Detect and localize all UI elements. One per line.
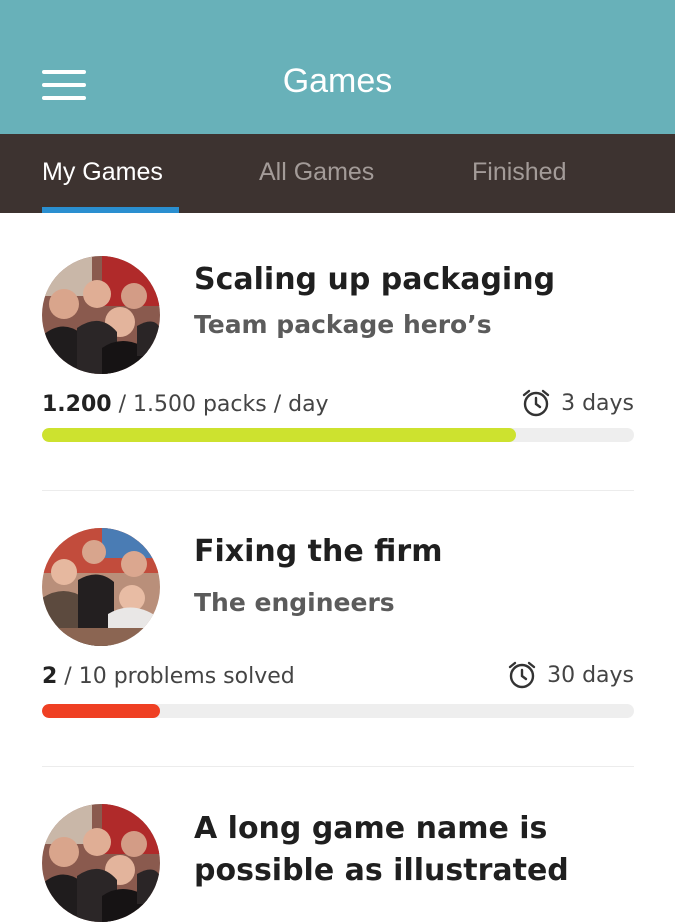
game-title: A long game name is possible as illustra… — [194, 811, 569, 888]
team-name: The engineers — [194, 588, 395, 617]
game-card[interactable]: Scaling up packaging Team package hero’s… — [42, 256, 634, 456]
team-avatar — [42, 528, 160, 646]
divider — [42, 766, 634, 767]
progress-bar — [42, 428, 634, 442]
page-title: Games — [282, 62, 393, 100]
progress-text: 1.200 / 1.500 packs / day — [42, 392, 329, 417]
game-title: Fixing the firm — [194, 534, 443, 569]
divider — [42, 490, 634, 491]
app-bar: Games — [0, 0, 675, 134]
progress-bar-fill — [42, 428, 516, 442]
progress-goal: / 10 problems solved — [57, 664, 295, 689]
progress-goal: / 1.500 packs / day — [111, 392, 329, 417]
tab-my-games[interactable]: My Games — [42, 158, 163, 187]
alarm-clock-icon — [508, 661, 536, 689]
game-card[interactable]: A long game name is possible as illustra… — [42, 804, 634, 922]
deadline-label: 30 days — [547, 662, 634, 688]
active-tab-indicator — [42, 207, 179, 213]
progress-bar — [42, 704, 634, 718]
tab-bar: My Games All Games Finished — [0, 134, 675, 213]
tab-all-games[interactable]: All Games — [259, 158, 374, 187]
alarm-clock-icon — [522, 389, 550, 417]
progress-value: 2 — [42, 664, 58, 689]
progress-value: 1.200 — [42, 392, 112, 417]
deadline-label: 3 days — [561, 390, 634, 416]
tab-finished[interactable]: Finished — [472, 158, 567, 187]
team-avatar — [42, 256, 160, 374]
progress-bar-fill — [42, 704, 161, 718]
team-avatar — [42, 804, 160, 922]
progress-text: 2 / 10 problems solved — [42, 664, 295, 689]
game-card[interactable]: Fixing the firm The engineers 2 / 10 pro… — [42, 528, 634, 728]
game-title: Scaling up packaging — [194, 262, 556, 297]
team-name: Team package hero’s — [194, 310, 492, 339]
deadline: 30 days — [507, 660, 634, 690]
deadline: 3 days — [521, 388, 634, 418]
